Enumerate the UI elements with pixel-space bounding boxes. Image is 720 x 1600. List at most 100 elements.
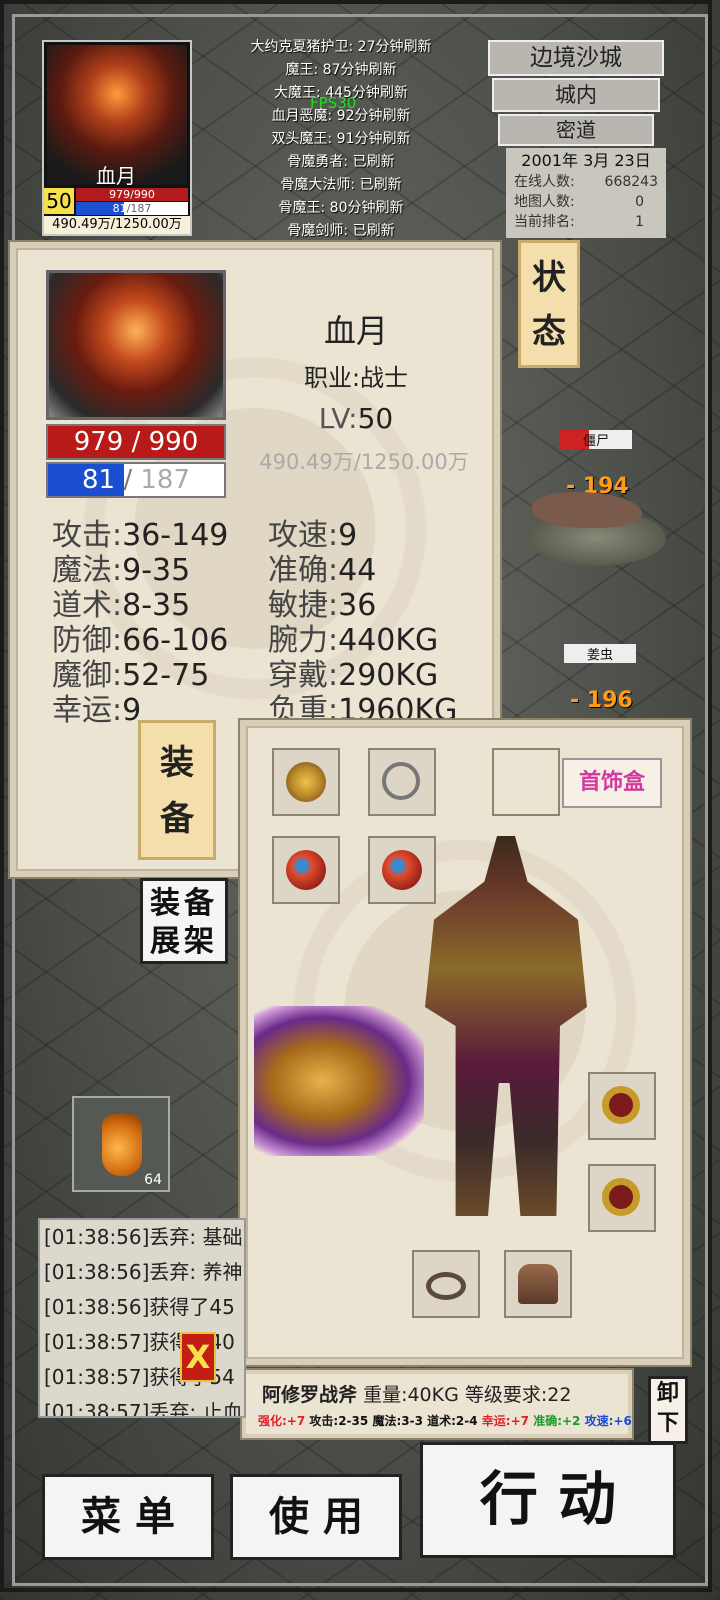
stat-label: 幸运:	[52, 693, 123, 728]
damage-number: - 196	[570, 688, 633, 713]
item-stat: 强化:+7	[258, 1414, 306, 1428]
log-line: [01:38:56]丢弃: 养神	[44, 1260, 243, 1284]
slot-necklace[interactable]	[368, 748, 436, 816]
slot-helmet[interactable]	[272, 748, 340, 816]
monster-worm[interactable]: 姜虫	[564, 644, 636, 663]
stat-label: 穿戴:	[268, 658, 339, 693]
stat-defense: 防御:66-106	[52, 623, 228, 658]
jewelry-box-button[interactable]: 首饰盒	[562, 758, 662, 808]
equipment-display-shelf-button[interactable]: 装备 展架	[140, 878, 228, 964]
item-stat: 幸运:+7	[481, 1414, 529, 1428]
message-log[interactable]: [01:38:56]丢弃: 基础 [01:38:56]丢弃: 养神 [01:38…	[38, 1218, 246, 1418]
item-stat: 魔法:3-3	[372, 1414, 423, 1428]
unequip-button[interactable]: 卸 下	[648, 1376, 688, 1444]
mp-separator: /	[115, 465, 141, 495]
log-line: [01:38:57]丢弃: 止血	[44, 1400, 243, 1418]
stat-value: 8-35	[122, 588, 191, 623]
boss-entry: 魔王: 87分钟刷新	[285, 62, 397, 78]
player-portrait[interactable]: 血月 50 979/990 81/187 490.49万/1250.00万	[42, 40, 192, 236]
item-stats: 强化:+7 攻击:2-35 魔法:3-3 道术:2-4 幸运:+7 准确:+2 …	[258, 1412, 632, 1429]
item-weight: 重量:40KG	[363, 1384, 459, 1406]
menu-button[interactable]: 菜 单	[42, 1474, 214, 1560]
item-stat: 准确:+2	[533, 1414, 581, 1428]
shelf-label: 展架	[150, 924, 218, 959]
bracelet-icon	[286, 850, 326, 890]
mp-current: 81	[112, 202, 127, 215]
avatar	[46, 270, 226, 420]
stat-strength: 腕力:440KG	[268, 623, 457, 658]
mp-max: 187	[130, 202, 152, 215]
stat-attack: 攻击:36-149	[52, 518, 228, 553]
hp-bar: 979/990	[76, 188, 188, 201]
stat-value: 36	[338, 588, 377, 623]
character-job: 职业:战士	[303, 364, 409, 392]
character-name: 血月	[323, 312, 388, 350]
use-button[interactable]: 使 用	[230, 1474, 402, 1560]
hp-current: 979	[73, 427, 124, 457]
stat-label: 魔法:	[52, 553, 123, 588]
tab-label: 备	[160, 799, 194, 839]
stat-value: 52-75	[122, 658, 210, 693]
online-row: 在线人数: 668243	[514, 172, 658, 192]
monster-name: 僵尸	[560, 430, 632, 449]
stat-value: 44	[338, 553, 377, 588]
close-log-button[interactable]: X	[180, 1332, 216, 1382]
item-stat: 攻击:2-35	[309, 1414, 369, 1428]
stat-magic-defense: 魔御:52-75	[52, 658, 228, 693]
stat-label: 魔御:	[52, 658, 123, 693]
item-stat: 攻速:+6	[584, 1414, 632, 1428]
tab-label: 态	[532, 312, 566, 352]
equipment-panel: 首饰盒	[240, 720, 690, 1365]
level-label: LV:	[318, 402, 358, 435]
stats-right-column: 攻速:9 准确:44 敏捷:36 腕力:440KG 穿戴:290KG 负重:19…	[268, 518, 457, 728]
map-players-value: 0	[635, 194, 644, 210]
stat-value: 66-106	[122, 623, 229, 658]
stat-attack-speed: 攻速:9	[268, 518, 457, 553]
stat-label: 准确:	[268, 553, 339, 588]
character-equipment-model	[425, 836, 587, 1216]
stat-value: 290KG	[338, 658, 439, 693]
slot-ring-top[interactable]	[588, 1072, 656, 1140]
hp-bar: 979 / 990	[46, 424, 226, 460]
boots-icon	[518, 1264, 558, 1304]
monster-zombie[interactable]: 僵尸	[560, 430, 632, 449]
boss-entry: 骨魔王: 80分钟刷新	[278, 200, 404, 216]
stat-value: 9-35	[122, 553, 191, 588]
item-level-requirement: 等级要求:22	[464, 1384, 572, 1406]
tab-equipment[interactable]: 装 备	[138, 720, 216, 860]
potion-count: 64	[144, 1172, 162, 1188]
game-date: 2001年 3月 23日	[521, 151, 651, 170]
helmet-icon	[286, 762, 326, 802]
stat-label: 攻击:	[52, 518, 123, 553]
map-name-button[interactable]: 边境沙城	[488, 40, 664, 76]
character-level: LV:50	[246, 402, 466, 435]
experience-text: 490.49万/1250.00万	[259, 450, 469, 474]
map-players-label: 地图人数:	[514, 194, 575, 210]
stats-left-column: 攻击:36-149 魔法:9-35 道术:8-35 防御:66-106 魔御:5…	[52, 518, 228, 728]
tab-status[interactable]: 状 态	[518, 240, 580, 368]
server-info-panel: 2001年 3月 23日 在线人数: 668243 地图人数: 0 当前排名: 1	[506, 148, 666, 238]
slot-belt[interactable]	[412, 1250, 480, 1318]
slot-empty[interactable]	[492, 748, 560, 816]
boss-entry: 大约克夏猪护卫: 27分钟刷新	[250, 39, 432, 55]
item-name: 阿修罗战斧	[262, 1384, 358, 1406]
monster-name: 姜虫	[564, 644, 636, 663]
weapon-axe-image[interactable]	[254, 1006, 424, 1156]
stat-accuracy: 准确:44	[268, 553, 457, 588]
slot-bracelet-right[interactable]	[368, 836, 436, 904]
stat-value: 36-149	[122, 518, 229, 553]
slot-ring-bottom[interactable]	[588, 1164, 656, 1232]
mp-bar: 81 / 187	[46, 462, 226, 498]
slot-bracelet-left[interactable]	[272, 836, 340, 904]
boss-entry: 骨魔大法师: 已刷新	[280, 177, 402, 193]
hp-max: 990	[148, 427, 199, 457]
tab-label: 装	[160, 743, 194, 783]
potion-slot[interactable]: 64	[72, 1096, 170, 1192]
action-button[interactable]: 行 动	[420, 1442, 676, 1558]
ring-icon	[602, 1178, 640, 1216]
slot-boots[interactable]	[504, 1250, 572, 1318]
sub-area-button[interactable]: 密道	[498, 114, 654, 146]
rank-value: 1	[635, 214, 644, 230]
player-name: 血月	[96, 164, 136, 188]
area-name-button[interactable]: 城内	[492, 78, 660, 112]
